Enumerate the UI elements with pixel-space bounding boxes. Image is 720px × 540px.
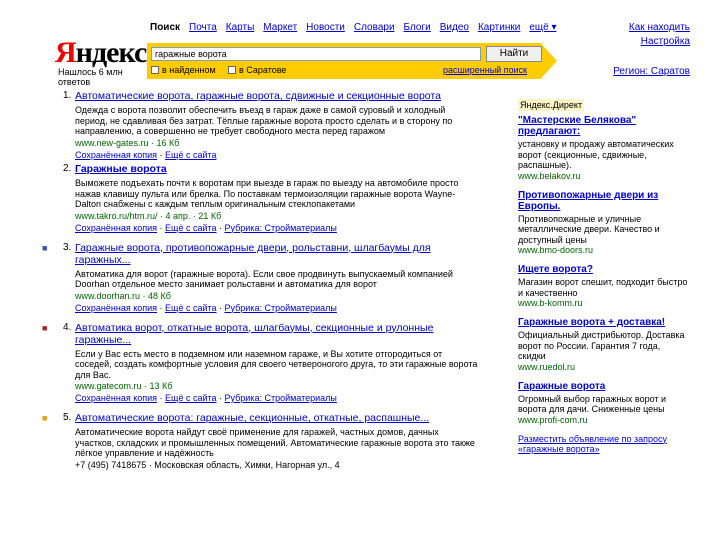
- cached-copy-link[interactable]: Сохранённая копия: [75, 150, 157, 160]
- tab-market[interactable]: Маркет: [263, 22, 297, 33]
- more-from-site-link[interactable]: Ещё с сайта: [165, 303, 216, 313]
- logo-letter: Я: [55, 36, 77, 69]
- ad-title[interactable]: Гаражные ворота + доставка!: [518, 317, 688, 328]
- result-meta: Сохранённая копия · Ещё с сайта · Рубрик…: [75, 393, 337, 403]
- result-number: 5.: [63, 412, 72, 423]
- category-link[interactable]: Рубрика: Стройматериалы: [225, 223, 337, 233]
- option-in-found-label: в найденном: [162, 65, 216, 75]
- more-from-site-link[interactable]: Ещё с сайта: [165, 393, 216, 403]
- ad-title[interactable]: "Мастерские Белякова" предлагают:: [518, 115, 688, 137]
- cached-copy-link[interactable]: Сохранённая копия: [75, 303, 157, 313]
- ad-desc: Огромный выбор гаражных ворот и ворота д…: [518, 393, 667, 415]
- ad-url[interactable]: www.profi-com.ru: [518, 415, 688, 425]
- direct-ads: Яндекс.Директ "Мастерские Белякова" пред…: [518, 99, 688, 455]
- checkbox-in-city[interactable]: [228, 66, 236, 74]
- result-number: 4.: [63, 321, 72, 333]
- result-title[interactable]: Автоматические ворота: гаражные, секцион…: [75, 412, 480, 424]
- advanced-search-link[interactable]: расширенный поиск: [443, 65, 527, 75]
- tab-video[interactable]: Видео: [440, 22, 469, 33]
- cached-copy-link[interactable]: Сохранённая копия: [75, 393, 157, 403]
- ad-desc: установку и продажу автоматических ворот…: [518, 139, 674, 170]
- result-snippet: Автоматические ворота найдут своё примен…: [75, 427, 475, 458]
- result-item: 2. Гаражные ворота Выможете подъехать по…: [60, 163, 480, 233]
- result-title[interactable]: Гаражные ворота: [75, 163, 480, 175]
- checkbox-in-found[interactable]: [151, 66, 159, 74]
- search-input[interactable]: гаражные ворота: [151, 47, 481, 61]
- yandex-logo[interactable]: Яндекс: [55, 36, 148, 70]
- service-tabs: Поиск Почта Карты Маркет Новости Словари…: [150, 22, 557, 33]
- category-link[interactable]: Рубрика: Стройматериалы: [225, 303, 337, 313]
- result-url[interactable]: www.takro.ru/htm.ru/ · 4 апр. · 21 Кб: [75, 211, 480, 221]
- result-meta: Сохранённая копия · Ещё с сайта · Рубрик…: [75, 302, 337, 313]
- ad-desc: Противопожарные и уличные металлические …: [518, 213, 660, 245]
- option-in-city-label: в Саратове: [239, 65, 287, 75]
- ad-item: "Мастерские Белякова" предлагают: устано…: [518, 115, 688, 181]
- result-snippet: Одежда с ворота позволит обеспечить въез…: [75, 105, 453, 136]
- site-favicon-icon: ■: [42, 242, 48, 253]
- ad-item: Гаражные ворота + доставка! Официальный …: [518, 317, 688, 372]
- region-link[interactable]: Регион: Саратов: [613, 66, 690, 77]
- result-snippet: Автоматика для ворот (гаражные ворота). …: [75, 268, 453, 290]
- result-title[interactable]: Гаражные ворота, противопожарные двери, …: [75, 242, 480, 266]
- result-number: 3.: [63, 241, 72, 253]
- tab-dictionaries[interactable]: Словари: [354, 22, 395, 33]
- logo-text: ндекс: [75, 36, 148, 69]
- found-count: Нашлось 6 млн ответов: [58, 67, 123, 87]
- site-favicon-icon: ■: [42, 322, 48, 333]
- result-address: +7 (495) 7418675 · Московская область, Х…: [75, 459, 340, 470]
- tab-blogs[interactable]: Блоги: [404, 22, 431, 33]
- result-url[interactable]: www.gatecom.ru · 13 Кб: [75, 381, 480, 391]
- tab-images[interactable]: Картинки: [478, 22, 520, 33]
- site-favicon-icon: ■: [42, 413, 48, 423]
- cached-copy-link[interactable]: Сохранённая копия: [75, 223, 157, 233]
- result-number: 1.: [63, 90, 72, 101]
- result-url[interactable]: www.new-gates.ru · 16 Кб: [75, 138, 480, 148]
- place-ad-link[interactable]: Разместить объявление по запросу «гаражн…: [518, 434, 688, 455]
- result-snippet: Выможете подъехать почти к воротам при в…: [75, 178, 459, 209]
- result-url[interactable]: www.doorhan.ru · 48 Кб: [75, 291, 480, 301]
- ad-item: Ищете ворота? Магазин ворот спешит, подх…: [518, 264, 688, 308]
- tab-more[interactable]: ещё ▾: [529, 22, 556, 33]
- ad-desc: Официальный дистрибьютор. Доставка ворот…: [518, 330, 685, 361]
- result-item: 1. Автоматические ворота, гаражные ворот…: [60, 90, 480, 160]
- ad-item: Противопожарные двери из Европы. Противо…: [518, 190, 688, 256]
- ad-url[interactable]: www.bmo-doors.ru: [518, 245, 688, 255]
- tab-maps[interactable]: Карты: [226, 22, 255, 33]
- result-meta: Сохранённая копия · Ещё с сайта: [75, 149, 217, 160]
- settings-link[interactable]: Настройка: [641, 36, 690, 47]
- tab-mail[interactable]: Почта: [189, 22, 217, 33]
- how-to-search-link[interactable]: Как находить: [629, 22, 690, 33]
- ads-header[interactable]: Яндекс.Директ: [518, 99, 585, 111]
- category-link[interactable]: Рубрика: Стройматериалы: [225, 393, 337, 403]
- option-in-found[interactable]: в найденном: [151, 65, 216, 75]
- ad-title[interactable]: Ищете ворота?: [518, 264, 688, 275]
- result-item: ■ 3. Гаражные ворота, противопожарные дв…: [42, 241, 480, 313]
- ad-title[interactable]: Гаражные ворота: [518, 381, 688, 392]
- result-number: 2.: [63, 163, 72, 174]
- more-from-site-link[interactable]: Ещё с сайта: [165, 223, 216, 233]
- option-in-city[interactable]: в Саратове: [228, 65, 286, 75]
- result-title[interactable]: Автоматические ворота, гаражные ворота, …: [75, 90, 480, 102]
- search-results: 1. Автоматические ворота, гаражные ворот…: [42, 90, 480, 479]
- ad-item: Гаражные ворота Огромный выбор гаражных …: [518, 381, 688, 425]
- ad-url[interactable]: www.b-komm.ru: [518, 298, 688, 308]
- ad-url[interactable]: www.ruedol.ru: [518, 362, 688, 372]
- ad-desc: Магазин ворот спешит, подходит быстро и …: [518, 277, 688, 298]
- search-button[interactable]: Найти: [486, 46, 542, 62]
- result-snippet: Если у Вас есть место в подземном или на…: [75, 348, 478, 380]
- ad-url[interactable]: www.belakov.ru: [518, 171, 688, 181]
- ad-title[interactable]: Противопожарные двери из Европы.: [518, 190, 688, 212]
- tab-news[interactable]: Новости: [306, 22, 345, 33]
- more-from-site-link[interactable]: Ещё с сайта: [165, 150, 216, 160]
- result-meta: Сохранённая копия · Ещё с сайта · Рубрик…: [75, 222, 337, 233]
- result-title[interactable]: Автоматика ворот, откатные ворота, шлагб…: [75, 322, 480, 346]
- result-item: ■ 5. Автоматические ворота: гаражные, се…: [42, 412, 480, 470]
- result-item: ■ 4. Автоматика ворот, откатные ворота, …: [42, 321, 480, 404]
- tab-search[interactable]: Поиск: [150, 22, 180, 33]
